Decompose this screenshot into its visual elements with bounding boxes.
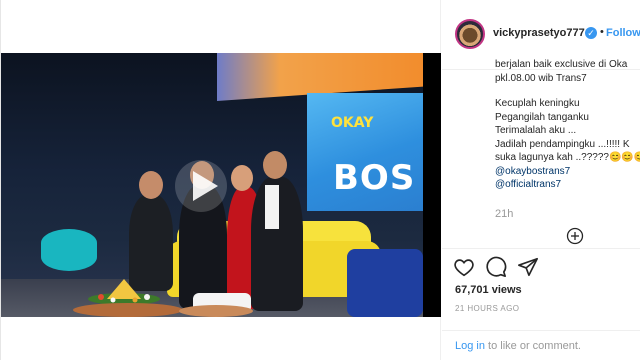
add-comment-icon[interactable] xyxy=(566,227,584,245)
login-prompt: Log in to like or comment. xyxy=(455,340,581,352)
video-frame: OKAY BOS xyxy=(1,53,423,317)
view-count[interactable]: 67,701 views xyxy=(455,284,522,296)
show-logo-small: OKAY xyxy=(331,115,374,131)
comment-age: 21h xyxy=(495,208,514,220)
person-4-head xyxy=(263,151,287,179)
avatar[interactable] xyxy=(455,19,485,49)
caption-line: Pegangilah tanganku xyxy=(495,111,589,123)
caption-line: Kecuplah keningku xyxy=(495,98,580,109)
caption-line: suka lagunya kah ..?????😊😊😊 xyxy=(495,152,640,163)
show-logo-big: BOS xyxy=(333,158,416,198)
video-player[interactable]: OKAY BOS xyxy=(1,53,441,317)
mention-link[interactable]: @officialtrans7 xyxy=(495,178,640,192)
person-1-head xyxy=(139,171,163,199)
tumpeng-dish xyxy=(87,277,161,305)
post-timestamp[interactable]: 21 HOURS AGO xyxy=(455,304,519,313)
login-prompt-text: to like or comment. xyxy=(484,340,581,352)
blue-chair xyxy=(347,249,423,317)
caption-line: Jadilah pendampingku ...!!!!! K xyxy=(495,138,630,150)
play-icon[interactable] xyxy=(174,159,228,213)
caption-line: berjalan baik exclusive di Oka xyxy=(495,59,628,70)
verified-badge-icon: ✓ xyxy=(585,27,597,39)
coffee-table xyxy=(73,303,183,317)
caption-line: Terimalalah aku ... xyxy=(495,125,577,136)
mention-link[interactable]: @okaybostrans7 xyxy=(495,165,640,179)
caption-text: berjalan baik exclusive di Oka pkl.08.00… xyxy=(495,58,640,198)
post-card: OKAY BOS vickyprasetyo777 ✓ • Follow ber… xyxy=(0,0,640,360)
heart-icon[interactable] xyxy=(453,256,475,278)
share-icon[interactable] xyxy=(517,256,539,278)
person-3-head xyxy=(231,165,253,191)
comment-icon[interactable] xyxy=(485,256,507,278)
follow-button[interactable]: Follow xyxy=(606,27,640,39)
shirt xyxy=(265,185,279,229)
login-link[interactable]: Log in xyxy=(455,340,485,352)
instagram-embed: OKAY BOS vickyprasetyo777 ✓ • Follow ber… xyxy=(0,0,640,360)
media-panel: OKAY BOS xyxy=(1,0,441,360)
username-link[interactable]: vickyprasetyo777 xyxy=(493,27,585,39)
separator-dot: • xyxy=(600,26,604,38)
caption-gap xyxy=(495,85,640,97)
caption-line: pkl.08.00 wib Trans7 xyxy=(495,72,587,84)
side-table xyxy=(179,305,253,317)
letterbox-bar xyxy=(423,53,441,317)
teal-pouf xyxy=(41,229,97,271)
